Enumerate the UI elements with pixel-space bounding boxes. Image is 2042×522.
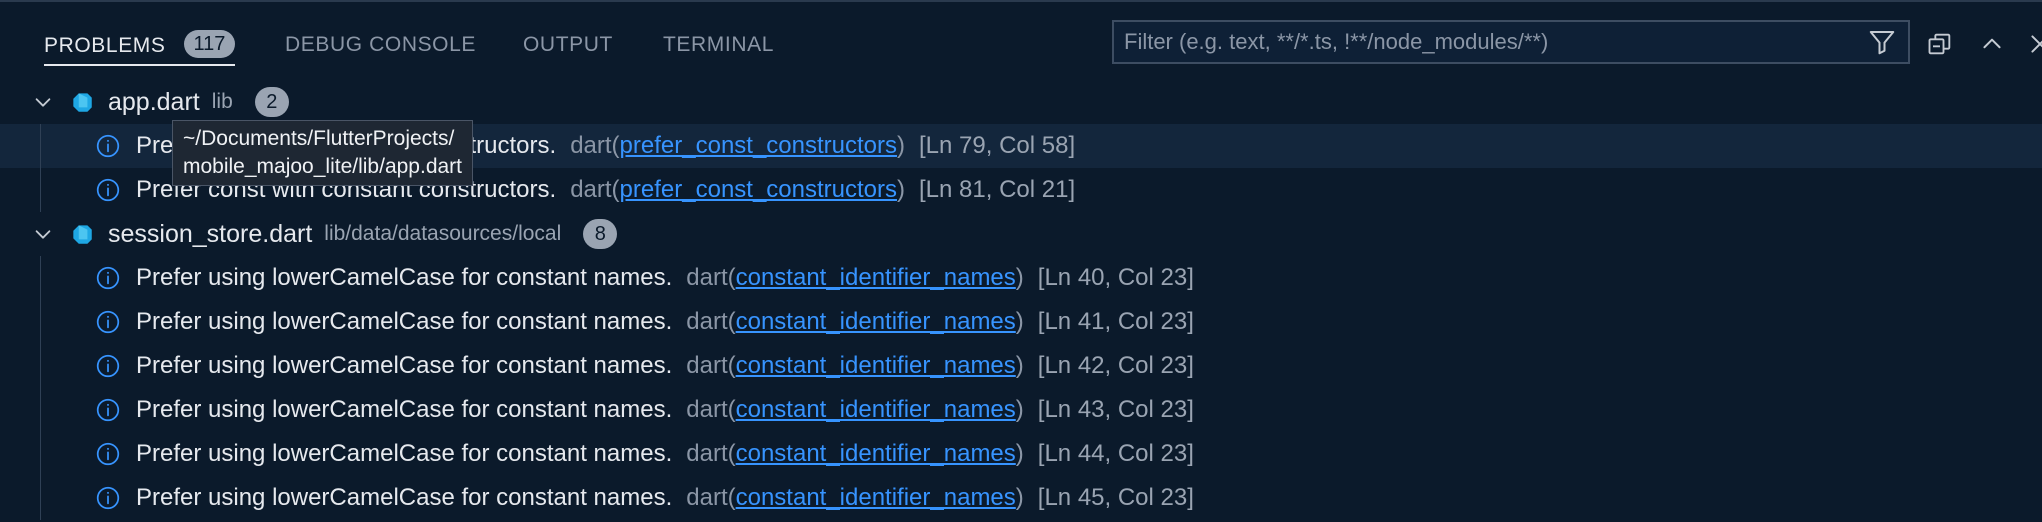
info-icon — [94, 308, 122, 336]
indent-guide — [40, 168, 41, 212]
indent-guide — [40, 300, 41, 344]
tab-output[interactable]: OUTPUT — [523, 30, 613, 64]
issue-source: dart — [686, 484, 728, 511]
file-path-tooltip: ~/Documents/FlutterProjects/ mobile_majo… — [172, 120, 473, 186]
chevron-down-icon[interactable] — [30, 221, 56, 247]
issue-message: Prefer using lowerCamelCase for constant… — [136, 484, 673, 511]
issue-source: dart — [570, 132, 612, 159]
info-icon — [94, 396, 122, 424]
issue-message: Prefer using lowerCamelCase for constant… — [136, 440, 673, 467]
issue-row[interactable]: Prefer using lowerCamelCase for constant… — [0, 476, 2042, 520]
issue-location: [Ln 79, Col 58] — [919, 132, 1076, 159]
problems-count-badge: 117 — [183, 30, 236, 58]
panel-header: PROBLEMS 117 DEBUG CONSOLE OUTPUT TERMINA… — [0, 2, 2042, 82]
issue-source: dart — [686, 396, 728, 423]
issue-source: dart — [686, 440, 728, 467]
issue-code-link[interactable]: constant_identifier_names — [736, 264, 1016, 292]
tooltip-line: mobile_majoo_lite/lib/app.dart — [183, 155, 462, 178]
indent-guide — [40, 124, 41, 168]
file-path: lib — [211, 90, 233, 113]
info-icon — [94, 176, 122, 204]
indent-guide — [40, 388, 41, 432]
info-icon — [94, 132, 122, 160]
issue-message: Prefer using lowerCamelCase for constant… — [136, 352, 673, 379]
issue-row[interactable]: Prefer using lowerCamelCase for constant… — [0, 344, 2042, 388]
tooltip-line: ~/Documents/FlutterProjects/ — [183, 127, 455, 150]
close-icon[interactable] — [2022, 26, 2042, 62]
indent-guide — [40, 344, 41, 388]
issue-code-link[interactable]: prefer_const_constructors — [620, 176, 897, 204]
issue-location: [Ln 40, Col 23] — [1037, 264, 1194, 291]
file-name: session_store.dart — [108, 219, 313, 248]
issue-code-link[interactable]: constant_identifier_names — [736, 396, 1016, 424]
indent-guide — [40, 432, 41, 476]
tab-problems-label: PROBLEMS — [44, 34, 166, 57]
indent-guide — [40, 256, 41, 300]
info-icon — [94, 440, 122, 468]
tab-problems[interactable]: PROBLEMS 117 — [44, 30, 236, 66]
file-issue-count: 2 — [254, 87, 289, 117]
issue-row[interactable]: Prefer using lowerCamelCase for constant… — [0, 388, 2042, 432]
file-row-session-store-dart[interactable]: session_store.dart lib/data/datasources/… — [0, 212, 2042, 256]
issue-location: [Ln 81, Col 21] — [919, 176, 1076, 203]
info-icon — [94, 264, 122, 292]
issue-message: Prefer using lowerCamelCase for constant… — [136, 264, 673, 291]
issue-code-link[interactable]: constant_identifier_names — [736, 308, 1016, 336]
issue-source: dart — [686, 308, 728, 335]
issue-row[interactable]: Prefer using lowerCamelCase for constant… — [0, 432, 2042, 476]
chevron-down-icon[interactable] — [30, 89, 56, 115]
issue-location: [Ln 42, Col 23] — [1037, 352, 1194, 379]
issue-source: dart — [570, 176, 612, 203]
file-row-app-dart[interactable]: app.dart lib 2 — [0, 80, 2042, 124]
collapse-all-icon[interactable] — [1922, 26, 1958, 62]
filter-input[interactable] — [1114, 22, 1862, 62]
issue-code-link[interactable]: prefer_const_constructors — [620, 132, 897, 160]
issue-location: [Ln 45, Col 23] — [1037, 484, 1194, 511]
file-path: lib/data/datasources/local — [324, 222, 562, 245]
issue-row[interactable]: Prefer using lowerCamelCase for constant… — [0, 256, 2042, 300]
dart-file-icon — [68, 88, 96, 116]
info-icon — [94, 352, 122, 380]
issue-message: Prefer using lowerCamelCase for constant… — [136, 308, 673, 335]
tab-terminal[interactable]: TERMINAL — [663, 30, 774, 64]
dart-file-icon — [68, 220, 96, 248]
issue-location: [Ln 43, Col 23] — [1037, 396, 1194, 423]
issue-code-link[interactable]: constant_identifier_names — [736, 440, 1016, 468]
issue-code-link[interactable]: constant_identifier_names — [736, 352, 1016, 380]
funnel-icon[interactable] — [1862, 22, 1902, 62]
issue-code-link[interactable]: constant_identifier_names — [736, 484, 1016, 512]
tab-debug-console[interactable]: DEBUG CONSOLE — [285, 30, 476, 64]
file-name: app.dart — [108, 87, 200, 116]
indent-guide — [40, 476, 41, 520]
issue-location: [Ln 41, Col 23] — [1037, 308, 1194, 335]
chevron-up-icon[interactable] — [1974, 26, 2010, 62]
issue-row[interactable]: Prefer using lowerCamelCase for constant… — [0, 300, 2042, 344]
file-issue-count: 8 — [583, 219, 618, 249]
issue-location: [Ln 44, Col 23] — [1037, 440, 1194, 467]
filter-box — [1112, 20, 1910, 64]
issue-source: dart — [686, 352, 728, 379]
issue-source: dart — [686, 264, 728, 291]
problems-panel: PROBLEMS 117 DEBUG CONSOLE OUTPUT TERMINA… — [0, 0, 2042, 522]
info-icon — [94, 484, 122, 512]
issue-message: Prefer using lowerCamelCase for constant… — [136, 396, 673, 423]
